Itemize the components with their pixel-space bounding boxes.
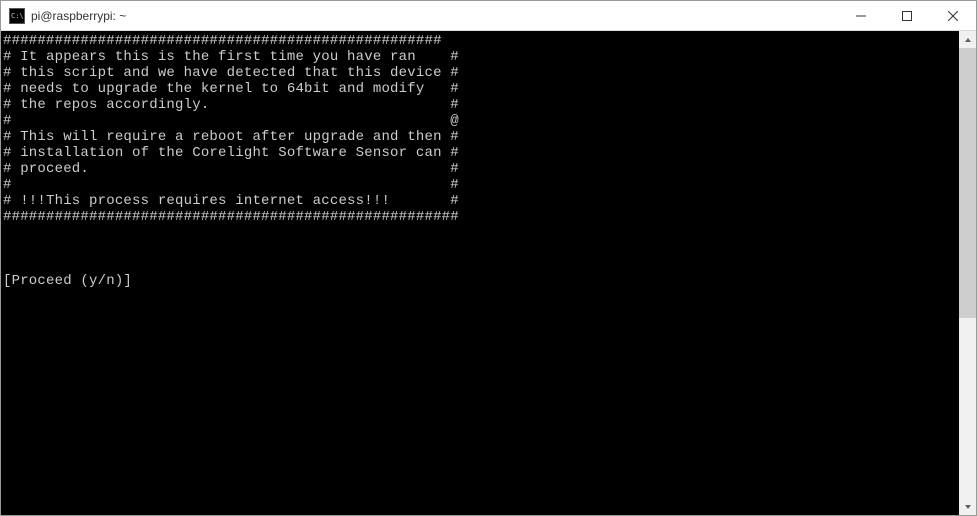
close-icon	[948, 11, 958, 21]
scrollbar-thumb[interactable]	[959, 48, 976, 318]
window-title: pi@raspberrypi: ~	[31, 9, 126, 23]
terminal-line: ########################################…	[3, 209, 959, 225]
terminal-icon: C:\	[9, 8, 25, 24]
terminal-line	[3, 257, 959, 273]
terminal-line: # the repos accordingly. #	[3, 97, 959, 113]
terminal-line: ########################################…	[3, 33, 959, 49]
terminal-line: [Proceed (y/n)]	[3, 273, 959, 289]
scrollbar-down-button[interactable]	[959, 498, 976, 515]
terminal-line: # !!!This process requires internet acce…	[3, 193, 959, 209]
terminal-line: # needs to upgrade the kernel to 64bit a…	[3, 81, 959, 97]
scrollbar-up-button[interactable]	[959, 31, 976, 48]
close-button[interactable]	[930, 1, 976, 30]
chevron-down-icon	[964, 503, 972, 511]
window-controls	[838, 1, 976, 30]
terminal-line	[3, 241, 959, 257]
terminal-output[interactable]: ########################################…	[1, 31, 959, 515]
chevron-up-icon	[964, 36, 972, 44]
terminal-line: # #	[3, 177, 959, 193]
maximize-button[interactable]	[884, 1, 930, 30]
terminal-line: # this script and we have detected that …	[3, 65, 959, 81]
svg-text:C:\: C:\	[11, 12, 24, 20]
terminal-line: # This will require a reboot after upgra…	[3, 129, 959, 145]
minimize-button[interactable]	[838, 1, 884, 30]
terminal-window: C:\ pi@raspberrypi: ~	[0, 0, 977, 516]
terminal-line: # proceed. #	[3, 161, 959, 177]
terminal-line	[3, 225, 959, 241]
scrollbar-track[interactable]	[959, 48, 976, 498]
titlebar[interactable]: C:\ pi@raspberrypi: ~	[1, 1, 976, 31]
terminal-line: # @	[3, 113, 959, 129]
terminal-line: # It appears this is the first time you …	[3, 49, 959, 65]
terminal-area: ########################################…	[1, 31, 976, 515]
maximize-icon	[902, 11, 912, 21]
terminal-line: # installation of the Corelight Software…	[3, 145, 959, 161]
vertical-scrollbar[interactable]	[959, 31, 976, 515]
minimize-icon	[856, 11, 866, 21]
